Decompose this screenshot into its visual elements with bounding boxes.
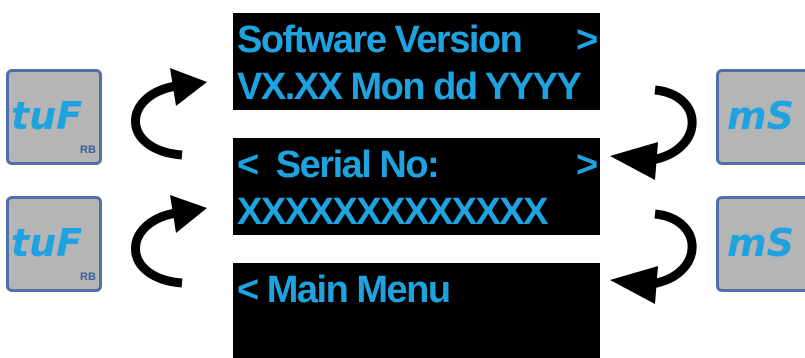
right-down-arrow-icon xyxy=(610,85,697,180)
right-down-arrow-icon xyxy=(610,209,697,304)
menu-navigation-diagram: Software Version > VX.XX Mon dd YYYY < S… xyxy=(0,0,805,358)
left-up-arrow-icon xyxy=(131,195,207,288)
left-up-arrow-icon xyxy=(131,68,207,160)
navigation-arrows xyxy=(131,68,697,304)
